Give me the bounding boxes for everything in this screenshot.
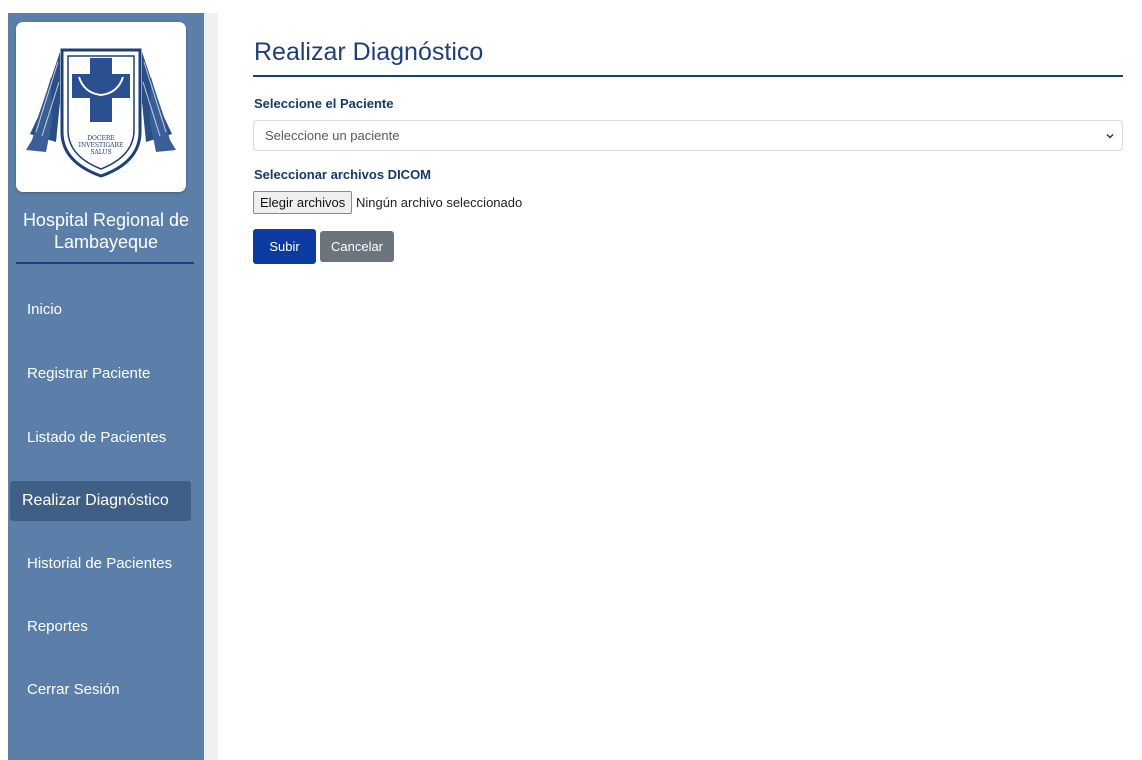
- file-status: Ningún archivo seleccionado: [356, 195, 523, 210]
- hospital-name-line2: Lambayeque: [53, 232, 159, 252]
- hospital-divider: [16, 262, 194, 264]
- submit-button[interactable]: Subir: [253, 229, 316, 264]
- chevron-down-icon: [1106, 133, 1114, 139]
- choose-files-button[interactable]: Elegir archivos: [253, 191, 353, 214]
- logo-motto-2: INVESTIGARE: [79, 142, 124, 149]
- hospital-crest-logo: DOCERE INVESTIGARE SALUS: [26, 48, 176, 178]
- patient-select-value: Seleccione un paciente: [265, 128, 400, 143]
- app: DOCERE INVESTIGARE SALUS Hospital Region…: [0, 0, 1142, 760]
- logo-motto-3: SALUS: [90, 149, 111, 156]
- hospital-name-line1: Hospital Regional de: [22, 210, 190, 230]
- sidebar: DOCERE INVESTIGARE SALUS Hospital Region…: [8, 13, 204, 760]
- sidebar-item-registrar-paciente[interactable]: Registrar Paciente: [10, 354, 191, 394]
- sidebar-item-realizar-diagnostico[interactable]: Realizar Diagnóstico: [10, 481, 191, 521]
- dicom-label: Seleccionar archivos DICOM: [254, 167, 432, 182]
- logo-card: DOCERE INVESTIGARE SALUS: [16, 22, 186, 192]
- sidebar-gutter: [204, 13, 218, 760]
- patient-select[interactable]: Seleccione un paciente: [253, 120, 1123, 151]
- patient-label: Seleccione el Paciente: [254, 96, 394, 111]
- sidebar-item-reportes[interactable]: Reportes: [10, 607, 191, 647]
- hospital-name: Hospital Regional de Lambayeque: [8, 209, 204, 253]
- logo-motto-1: DOCERE: [87, 135, 115, 142]
- cancel-button[interactable]: Cancelar: [320, 231, 394, 262]
- sidebar-item-historial-pacientes[interactable]: Historial de Pacientes: [10, 544, 191, 584]
- sidebar-item-listado-pacientes[interactable]: Listado de Pacientes: [10, 418, 191, 458]
- title-divider: [253, 75, 1123, 77]
- sidebar-item-inicio[interactable]: Inicio: [10, 290, 191, 330]
- sidebar-item-cerrar-sesion[interactable]: Cerrar Sesión: [10, 670, 191, 710]
- page-title: Realizar Diagnóstico: [254, 38, 484, 66]
